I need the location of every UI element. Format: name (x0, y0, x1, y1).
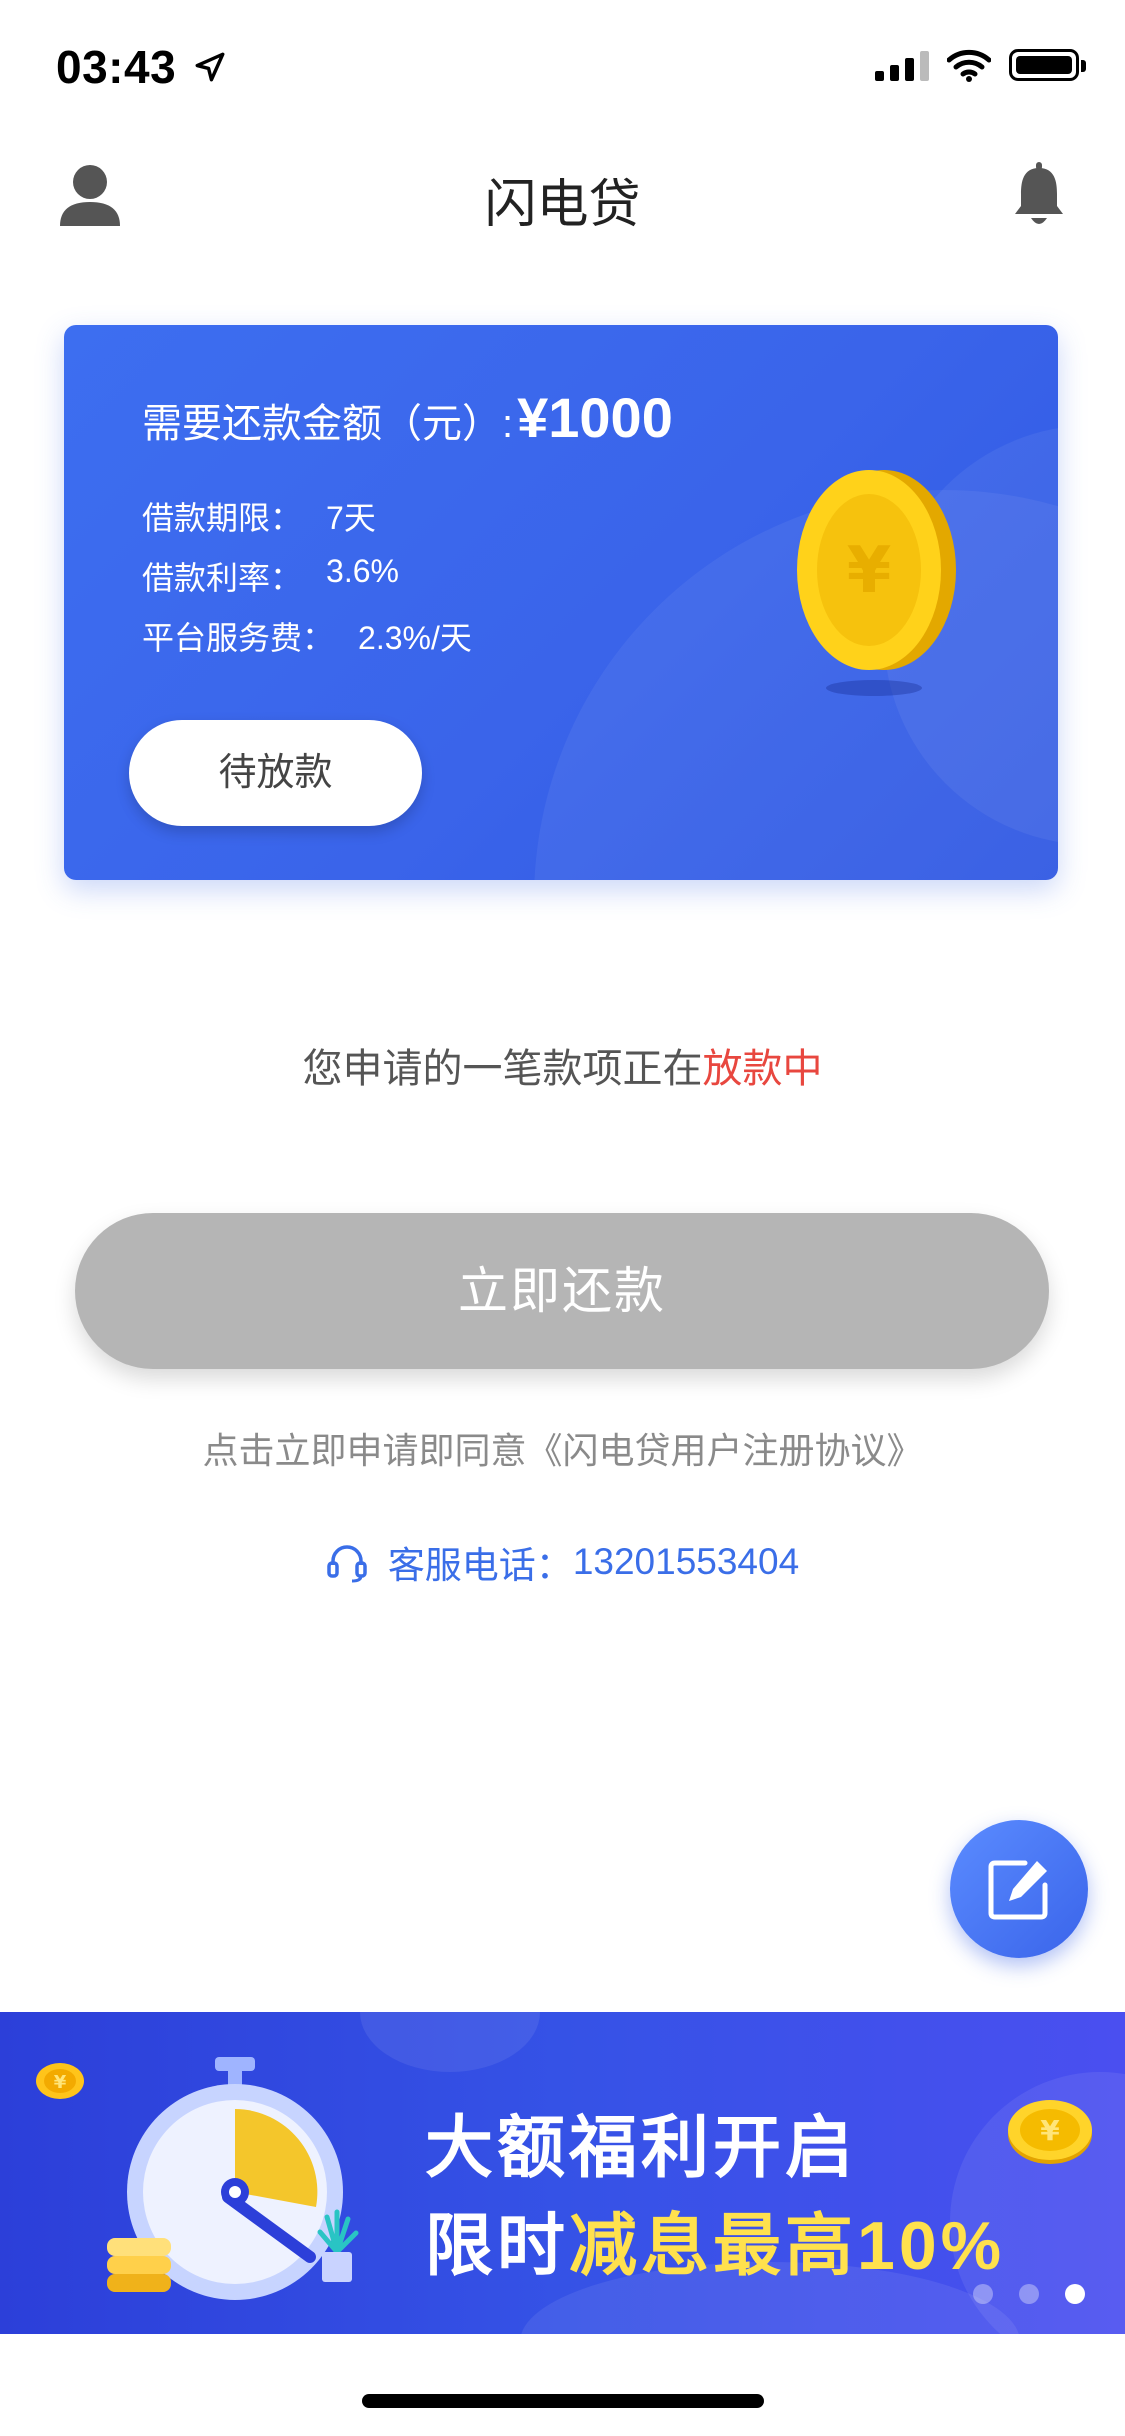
term-value: 7天 (326, 500, 376, 536)
rate-label: 借款利率： (142, 560, 303, 596)
rate-value: 3.6% (326, 553, 399, 589)
carousel-dot[interactable] (1019, 2284, 1039, 2304)
amount-row: 需要还款金额（元）: ¥1000 (142, 385, 673, 450)
home-indicator[interactable] (362, 2394, 764, 2408)
term-row: 借款期限： 7天 (142, 493, 376, 539)
promo-banner[interactable]: ¥ ¥ 大额福利开启 限时减息最高10% (0, 2012, 1125, 2334)
banner-subheadline-highlight: 减息最高10% (569, 2208, 1006, 2284)
status-highlight: 放款中 (702, 1047, 823, 1091)
location-arrow-icon (195, 52, 225, 82)
bell-icon[interactable] (1011, 160, 1067, 230)
rate-row: 借款利率： 3.6% (142, 553, 399, 599)
coin-icon: ¥ (1008, 2100, 1092, 2164)
agreement-link[interactable]: 点击立即申请即同意《闪电贷用户注册协议》 (0, 1422, 1125, 1474)
service-phone[interactable]: 13201553404 (573, 1541, 799, 1583)
amount-label: 需要还款金额（元）: (142, 402, 514, 446)
banner-subheadline-prefix: 限时 (425, 2208, 570, 2284)
loan-card: 需要还款金额（元）: ¥1000 借款期限： 7天 借款利率： 3.6% 平台服… (64, 325, 1058, 880)
nav-bar: 闪电贷 (0, 132, 1125, 262)
loan-status-message: 您申请的一笔款项正在放款中 (0, 1036, 1125, 1094)
fee-row: 平台服务费： 2.3%/天 (142, 613, 472, 659)
battery-icon (1009, 49, 1086, 81)
coin-icon: ¥ (36, 2063, 84, 2099)
page-title: 闪电贷 (484, 176, 641, 234)
svg-text:¥: ¥ (1040, 2114, 1060, 2147)
coin-icon: ¥ (797, 470, 956, 696)
status-message-text: 您申请的一笔款项正在 (302, 1047, 703, 1091)
headset-icon (327, 1545, 367, 1583)
term-label: 借款期限： (142, 500, 303, 536)
repay-now-button[interactable]: 立即还款 (75, 1213, 1049, 1369)
edit-icon (988, 1860, 1048, 1920)
svg-text:¥: ¥ (54, 2072, 67, 2093)
pending-status-button[interactable]: 待放款 (129, 720, 422, 826)
banner-headline: 大额福利开启 (425, 2110, 858, 2186)
carousel-dot-active[interactable] (1065, 2284, 1085, 2304)
svg-text:¥: ¥ (847, 534, 892, 608)
coin-stack-icon (107, 2238, 171, 2292)
plant-icon (317, 2209, 359, 2282)
fee-label: 平台服务费： (142, 620, 335, 656)
wifi-icon (947, 49, 991, 82)
carousel-dot[interactable] (973, 2284, 993, 2304)
amount-value: ¥1000 (517, 386, 673, 449)
customer-service-phone[interactable]: 客服电话： 13201553404 (0, 1535, 1125, 1589)
banner-subheadline: 限时减息最高10% (425, 2190, 1005, 2289)
fee-value: 2.3%/天 (358, 620, 472, 656)
edit-fab-button[interactable] (950, 1820, 1088, 1958)
status-icons (875, 48, 1086, 82)
service-label: 客服电话： (387, 1545, 573, 1586)
status-time: 03:43 (56, 41, 177, 93)
signal-icon (875, 49, 929, 81)
carousel-dots (973, 2284, 1085, 2304)
status-bar: 03:43 (0, 0, 1125, 132)
